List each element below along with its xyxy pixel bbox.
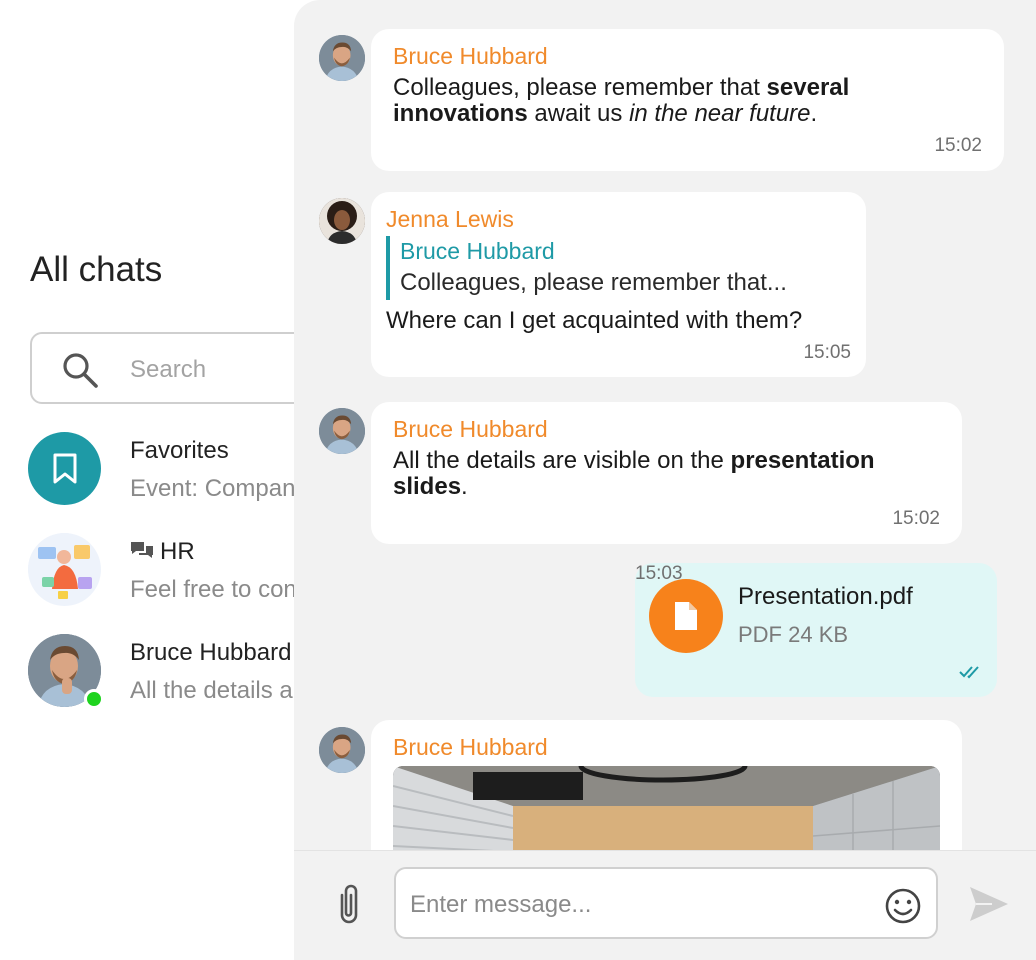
message-input-placeholder: Enter message... — [410, 891, 592, 918]
chat-item-bruce-hubbard[interactable]: Bruce Hubbard All the details are visibl… — [28, 634, 318, 710]
paperclip-icon[interactable] — [332, 881, 366, 927]
search-icon — [63, 353, 98, 388]
avatar — [319, 727, 365, 773]
search-input[interactable]: Search — [30, 332, 330, 404]
quote-author: Bruce Hubbard — [400, 238, 555, 264]
hr-avatar — [28, 533, 101, 606]
send-icon[interactable] — [968, 885, 1010, 923]
bookmark-icon — [53, 453, 76, 483]
chat-item-favorites[interactable]: Favorites Event: Company — [28, 432, 318, 508]
message-bubble[interactable]: Jenna Lewis Bruce Hubbard Colleagues, pl… — [371, 192, 866, 377]
message-bubble[interactable]: Bruce Hubbard Colleagues, please remembe… — [371, 29, 1004, 171]
chat-preview: Feel free to contact — [130, 576, 318, 603]
file-name: Presentation.pdf — [738, 583, 913, 610]
double-check-icon — [959, 666, 979, 679]
avatar — [319, 408, 365, 454]
message-text: All the details are visible on the prese… — [393, 447, 875, 500]
chat-name: Bruce Hubbard — [130, 639, 292, 666]
message-composer: Enter message... — [294, 850, 1036, 960]
chat-list-title: All chats — [30, 250, 163, 289]
message-time: 15:02 — [934, 135, 982, 156]
message-bubble[interactable]: Bruce Hubbard All the details are visibl… — [371, 402, 962, 544]
file-size: PDF 24 KB — [738, 622, 849, 647]
message-time: 15:05 — [803, 342, 851, 363]
chat-preview: Event: Company — [130, 475, 308, 502]
emoji-icon[interactable] — [884, 887, 922, 925]
chat-list-panel: All chats Search Favorites Event: Compan… — [0, 0, 330, 960]
file-message-bubble[interactable]: Presentation.pdf PDF 24 KB 15:03 — [635, 563, 997, 697]
chat-preview: All the details are visible — [130, 677, 318, 704]
message-sender: Bruce Hubbard — [393, 734, 548, 760]
avatar — [28, 634, 104, 709]
message-text: Colleagues, please remember that several… — [393, 74, 850, 127]
favorites-avatar — [28, 432, 101, 505]
chat-item-hr[interactable]: HR Feel free to contact — [28, 533, 318, 609]
online-status-dot — [84, 689, 104, 709]
document-icon — [649, 579, 723, 653]
chat-name: HR — [130, 538, 195, 566]
avatar — [319, 198, 365, 244]
chat-name: Favorites — [130, 437, 229, 464]
group-chat-icon — [131, 542, 153, 558]
reply-quote[interactable]: Bruce Hubbard Colleagues, please remembe… — [386, 236, 787, 300]
search-placeholder: Search — [130, 356, 207, 383]
conversation-panel: Bruce Hubbard Colleagues, please remembe… — [294, 0, 1036, 960]
message-sender: Bruce Hubbard — [393, 43, 548, 69]
avatar — [319, 35, 365, 81]
message-input[interactable]: Enter message... — [394, 867, 938, 939]
message-sender: Bruce Hubbard — [393, 416, 548, 442]
message-time: 15:02 — [892, 508, 940, 529]
message-sender: Jenna Lewis — [386, 206, 514, 232]
message-text: Where can I get acquainted with them? — [386, 307, 803, 334]
quote-text: Colleagues, please remember that... — [400, 269, 787, 296]
